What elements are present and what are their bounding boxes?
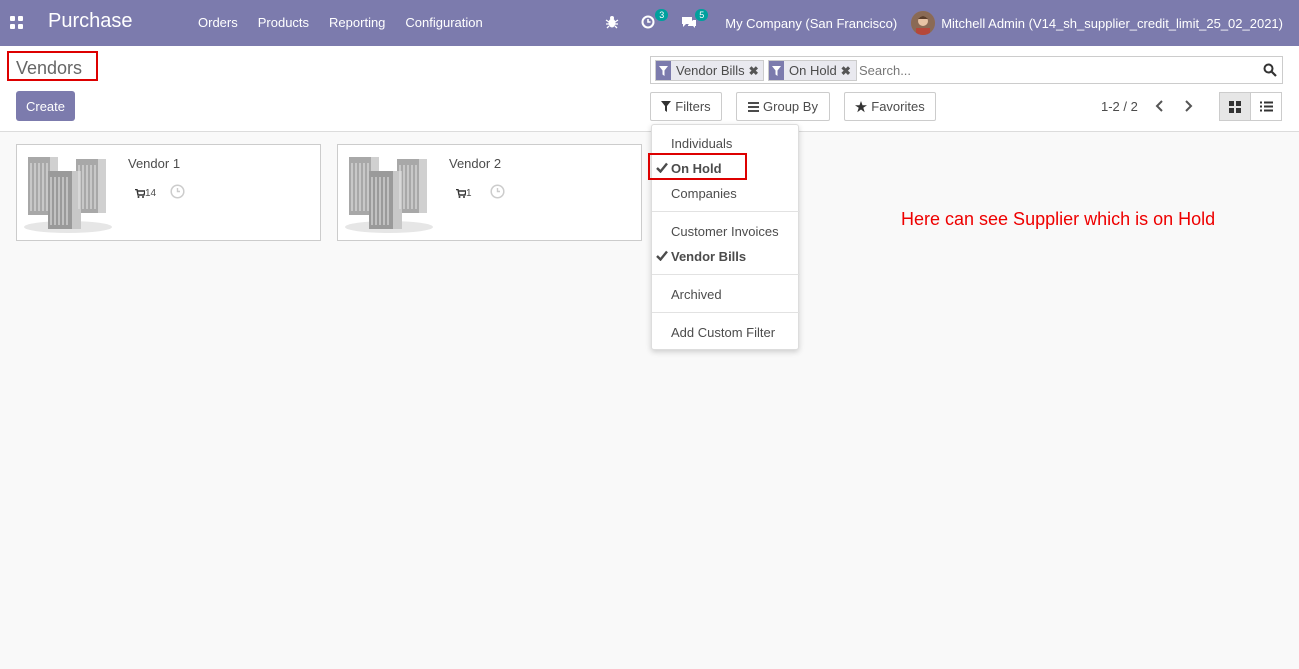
- facet-on-hold: On Hold ✖: [768, 60, 857, 81]
- systray: 3 5 My Company (San Francisco) Mitchell …: [595, 0, 1299, 46]
- menu-divider: [652, 312, 800, 313]
- kanban-view-button[interactable]: [1219, 92, 1251, 121]
- star-icon: [855, 100, 868, 112]
- list-view-button[interactable]: [1250, 92, 1282, 121]
- vendor-meta: 14: [135, 184, 185, 202]
- debug-bug-icon[interactable]: [605, 15, 621, 31]
- highlight-box-on-hold: [648, 153, 747, 180]
- favorites-label: Favorites: [871, 99, 925, 114]
- breadcrumb: Vendors: [16, 58, 83, 78]
- control-panel: Vendors Create Vendor Bills ✖ On Hold ✖ …: [0, 46, 1299, 132]
- filter-item-label: Customer Invoices: [671, 224, 779, 239]
- facet-close-icon[interactable]: ✖: [749, 64, 761, 78]
- app-name[interactable]: Purchase: [48, 10, 133, 33]
- menu-divider: [652, 211, 800, 212]
- filter-icon: [656, 61, 671, 80]
- company-building-icon: [22, 151, 114, 235]
- facet-vendor-bills: Vendor Bills ✖: [655, 60, 764, 81]
- filters-button[interactable]: Filters: [650, 92, 722, 121]
- search-input[interactable]: [859, 61, 1249, 79]
- add-custom-filter[interactable]: Add Custom Filter: [671, 325, 775, 340]
- vendor-name: Vendor 1: [128, 156, 181, 171]
- favorites-button[interactable]: Favorites: [844, 92, 936, 121]
- activity-clock-icon[interactable]: 3: [641, 9, 669, 31]
- vendor-name: Vendor 2: [449, 156, 502, 171]
- menu-products[interactable]: Products: [248, 15, 319, 30]
- group-by-label: Group By: [763, 99, 818, 114]
- filter-item-label: Individuals: [671, 136, 733, 151]
- messages-chat-icon[interactable]: 5: [681, 9, 709, 31]
- activity-clock-icon[interactable]: [170, 184, 185, 202]
- vendor-card[interactable]: Vendor 1 14: [16, 144, 321, 241]
- check-icon: [656, 250, 668, 261]
- main-navbar: Purchase Orders Products Reporting Confi…: [0, 0, 1299, 46]
- top-menu: Orders Products Reporting Configuration: [188, 15, 493, 30]
- search-view: Vendor Bills ✖ On Hold ✖: [650, 56, 1283, 84]
- pager-value[interactable]: 1-2 / 2: [1101, 99, 1138, 114]
- facet-label: On Hold: [789, 63, 837, 78]
- vendor-card[interactable]: Vendor 2 1: [337, 144, 642, 241]
- shopping-cart-icon: [135, 188, 145, 198]
- filter-item-companies[interactable]: Companies: [671, 186, 737, 201]
- filter-item-label: Add Custom Filter: [671, 325, 776, 340]
- filter-icon: [769, 61, 784, 80]
- company-building-icon: [343, 151, 435, 235]
- filter-item-archived[interactable]: Archived: [671, 287, 722, 302]
- grid-icon: [1229, 100, 1241, 113]
- filter-item-individuals[interactable]: Individuals: [671, 136, 732, 151]
- facet-label: Vendor Bills: [676, 63, 745, 78]
- company-switcher[interactable]: My Company (San Francisco): [725, 16, 897, 31]
- filter-item-customer-invoices[interactable]: Customer Invoices: [671, 224, 779, 239]
- bars-icon: [748, 101, 760, 112]
- menu-divider: [652, 274, 800, 275]
- shopping-cart-icon: [456, 188, 466, 198]
- messages-badge: 5: [695, 9, 709, 21]
- menu-orders[interactable]: Orders: [188, 15, 248, 30]
- facet-close-icon[interactable]: ✖: [841, 64, 853, 78]
- filter-item-label: Vendor Bills: [671, 249, 747, 264]
- group-by-button[interactable]: Group By: [736, 92, 830, 121]
- purchase-count[interactable]: 1: [466, 188, 472, 199]
- pager-next-icon[interactable]: [1182, 99, 1196, 113]
- menu-reporting[interactable]: Reporting: [319, 15, 395, 30]
- user-menu[interactable]: Mitchell Admin (V14_sh_supplier_credit_l…: [941, 16, 1283, 31]
- apps-menu-icon[interactable]: [10, 16, 23, 29]
- filter-item-label: Archived: [671, 287, 722, 302]
- user-avatar[interactable]: [911, 11, 936, 35]
- create-button[interactable]: Create: [16, 91, 75, 121]
- menu-configuration[interactable]: Configuration: [395, 15, 492, 30]
- filter-item-vendor-bills[interactable]: Vendor Bills: [656, 249, 747, 264]
- activity-badge: 3: [655, 9, 669, 21]
- filter-icon: [661, 101, 672, 112]
- vendor-meta: 1: [456, 184, 505, 202]
- activity-clock-icon[interactable]: [490, 184, 505, 202]
- pager-previous-icon[interactable]: [1154, 99, 1168, 113]
- annotation-text: Here can see Supplier which is on Hold: [901, 209, 1216, 229]
- filters-label: Filters: [675, 99, 711, 114]
- purchase-count[interactable]: 14: [145, 188, 156, 199]
- search-icon[interactable]: [1263, 63, 1277, 77]
- list-icon: [1259, 101, 1273, 112]
- filter-item-label: Companies: [671, 186, 737, 201]
